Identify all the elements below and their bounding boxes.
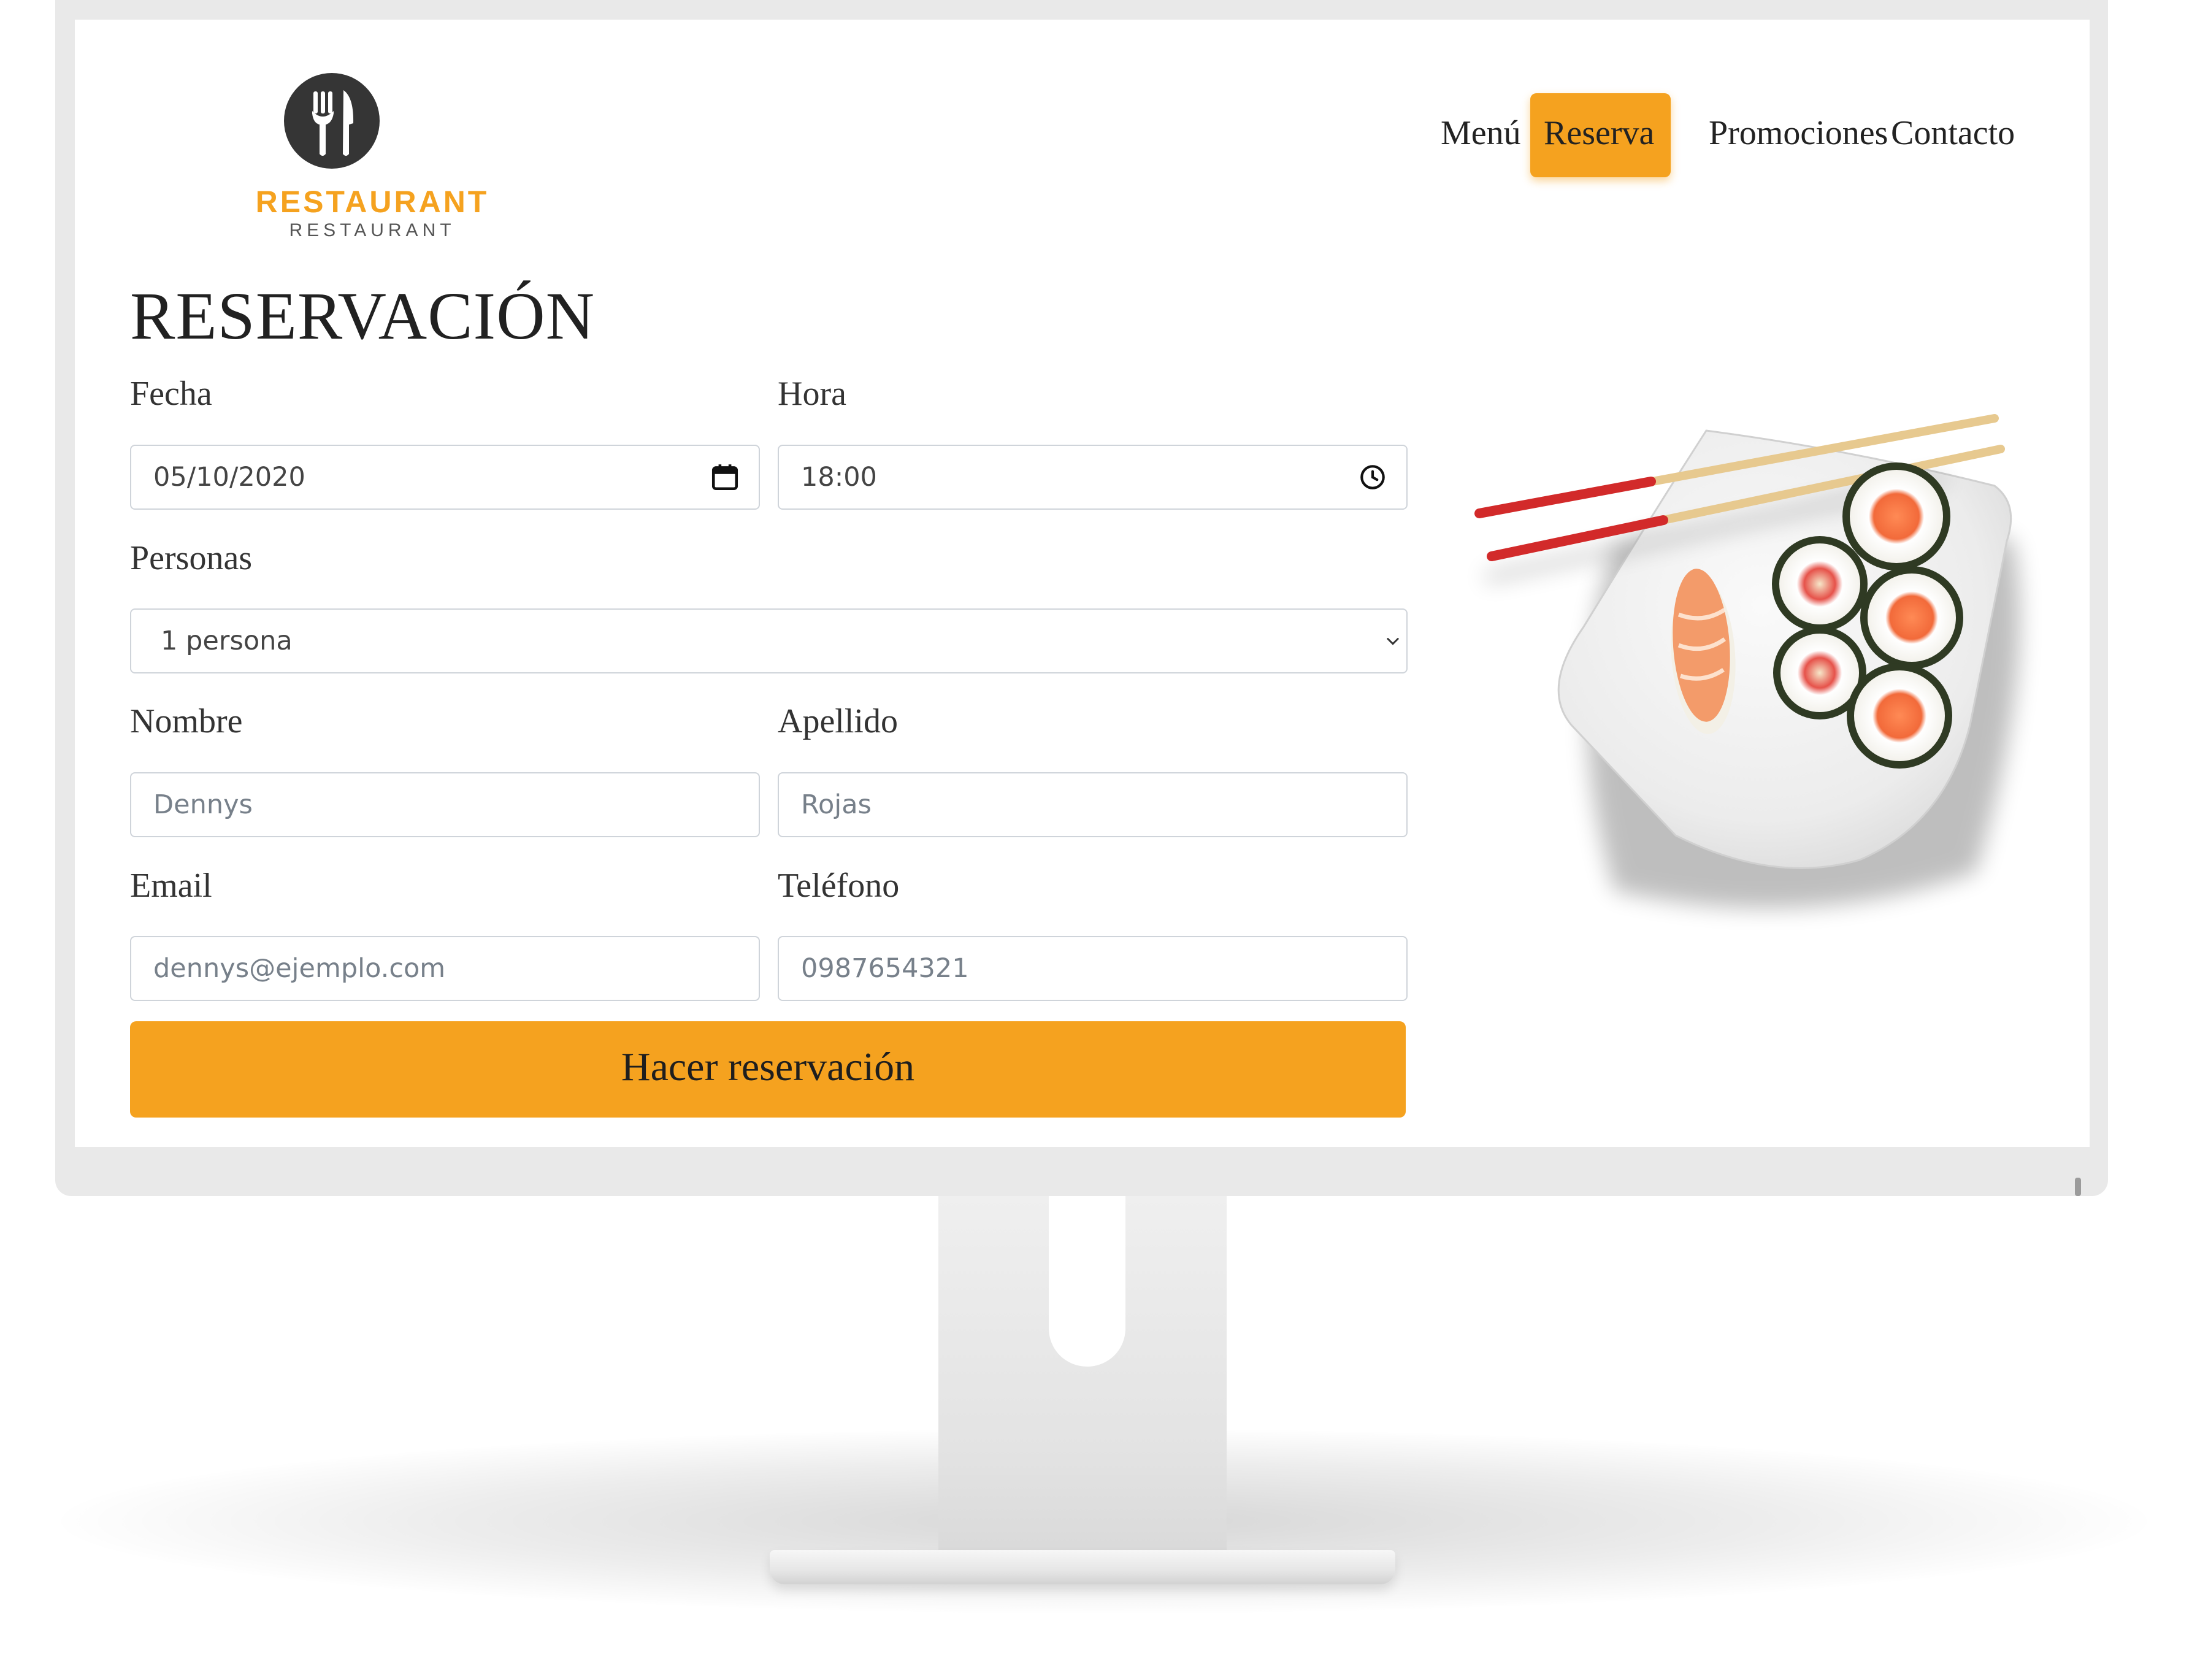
monitor-base (770, 1550, 1395, 1584)
email-label: Email (130, 867, 212, 905)
apellido-label: Apellido (778, 702, 898, 740)
telefono-input[interactable]: 0987654321 (778, 936, 1408, 1001)
personas-selected: 1 persona (161, 626, 293, 656)
telefono-placeholder: 0987654321 (801, 953, 969, 984)
chevron-down-icon (1387, 638, 1399, 645)
sushi-plate-image (1474, 414, 2020, 908)
fecha-value: 05/10/2020 (153, 462, 305, 493)
nav-item-contacto[interactable]: Contacto (1877, 93, 2028, 177)
personas-label: Personas (130, 539, 253, 577)
logo-badge (284, 73, 380, 169)
apellido-input[interactable]: Rojas (778, 772, 1408, 837)
nombre-label: Nombre (130, 702, 243, 740)
nav-item-reserva[interactable]: Reserva (1530, 93, 1671, 177)
hora-value: 18:00 (801, 462, 877, 493)
nombre-placeholder: Dennys (153, 789, 253, 820)
clock-icon[interactable] (1357, 462, 1388, 493)
logo-name: RESTAURANT (255, 185, 489, 219)
page-title: RESERVACIÓN (130, 278, 596, 353)
email-input[interactable]: dennys@ejemplo.com (130, 936, 760, 1001)
telefono-label: Teléfono (778, 867, 900, 905)
monitor-stand-slot (1049, 1196, 1125, 1367)
browser-screen: RESTAURANT RESTAURANT Menú Reserva Promo… (75, 20, 2090, 1147)
monitor-power-led (2075, 1178, 2081, 1196)
fecha-label: Fecha (130, 375, 212, 413)
fork-knife-icon (312, 90, 354, 156)
calendar-icon[interactable] (710, 462, 740, 493)
nav-item-promociones[interactable]: Promociones (1695, 93, 1901, 177)
hora-label: Hora (778, 375, 846, 413)
personas-select[interactable]: 1 persona (130, 608, 1408, 673)
nav-item-menu[interactable]: Menú (1427, 93, 1535, 177)
nombre-input[interactable]: Dennys (130, 772, 760, 837)
apellido-placeholder: Rojas (801, 789, 872, 820)
submit-reservation-button[interactable]: Hacer reservación (130, 1021, 1406, 1118)
email-placeholder: dennys@ejemplo.com (153, 953, 446, 984)
logo-subtitle: RESTAURANT (289, 220, 456, 240)
fecha-date-input[interactable]: 05/10/2020 (130, 445, 760, 510)
hora-time-input[interactable]: 18:00 (778, 445, 1408, 510)
restaurant-logo[interactable]: RESTAURANT RESTAURANT (216, 53, 529, 250)
